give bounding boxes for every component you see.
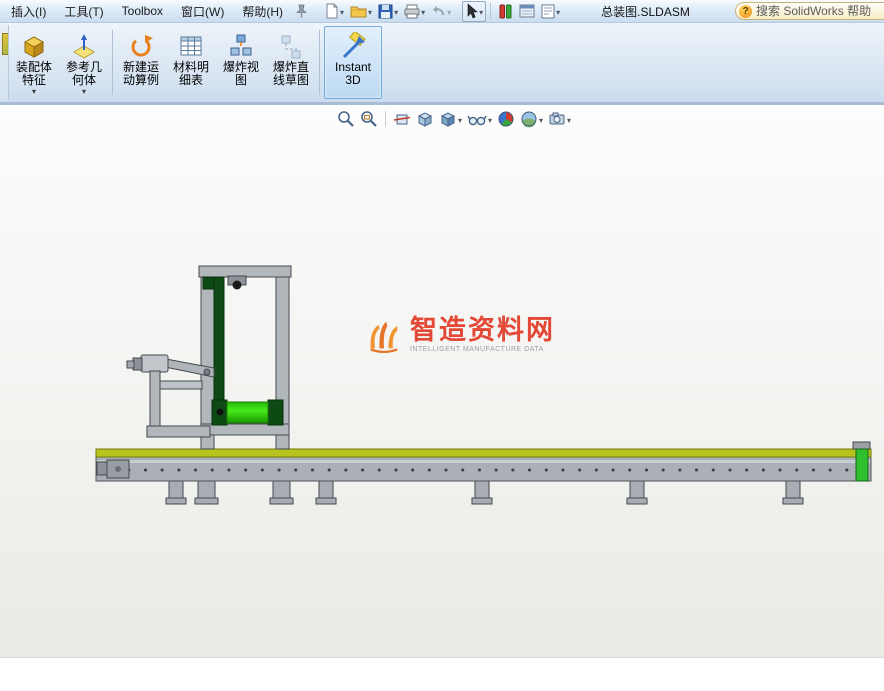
menu-tools[interactable]: 工具(T) (55, 0, 112, 23)
solidworks-window: 插入(I) 工具(T) Toolbox 窗口(W) 帮助(H) ▾ ▾ ▾ ▾ … (0, 0, 884, 691)
menu-insert[interactable]: 插入(I) (2, 0, 55, 23)
command-separator (112, 30, 113, 95)
undo-icon (433, 6, 445, 16)
new-motion-study-button[interactable]: 新建运动算例 (117, 26, 165, 99)
reference-geometry-label: 参考几何体 (65, 60, 102, 87)
green-roller (226, 401, 269, 424)
assembly-model[interactable] (0, 105, 884, 657)
instant3d-button[interactable]: Instant3D (324, 26, 382, 99)
watermark-title: 智造资料网 (410, 315, 555, 345)
right-end-roller (855, 448, 869, 482)
watermark-subtitle: INTELLIGENT MANUFACTURE DATA (410, 346, 544, 353)
options-icon (541, 4, 555, 18)
assembly-features-label: 装配体特征 (15, 60, 52, 87)
save-icon (378, 4, 393, 18)
options-button[interactable] (538, 1, 563, 22)
dropdown-arrow-icon: ▾ (31, 87, 36, 96)
command-separator (319, 30, 320, 95)
help-search-input[interactable] (756, 4, 880, 18)
assembly-features-icon (21, 31, 47, 61)
cut-off-button (0, 25, 9, 100)
toolbar-separator (490, 3, 492, 19)
document-title: 总装图.SLDASM (601, 4, 690, 19)
menu-pin-icon[interactable] (296, 4, 308, 18)
new-document-icon (326, 3, 338, 19)
help-search-box[interactable]: ? (735, 2, 884, 20)
explode-line-sketch-label: 爆炸直线草图 (272, 60, 309, 87)
exploded-view-icon (228, 31, 254, 61)
command-manager: 装配体特征 ▾ 参考几何体 ▾ 新建运动算例 材料明细表 爆炸视图 爆炸直线草图… (0, 23, 884, 105)
sensor-head (232, 280, 242, 290)
watermark-logo-icon (370, 321, 398, 354)
help-icon: ? (739, 4, 752, 18)
properties-icon (519, 4, 535, 18)
reference-geometry-button[interactable]: 参考几何体 ▾ (60, 26, 108, 99)
instant3d-label: Instant3D (334, 60, 372, 87)
vertical-belt-strip (213, 276, 225, 402)
bom-table-icon (178, 31, 204, 61)
open-folder-icon (350, 6, 367, 18)
save-button[interactable] (375, 1, 401, 22)
conveyor-belt-stripe (95, 448, 872, 458)
explode-line-sketch-icon (278, 31, 304, 61)
properties-button[interactable] (516, 1, 538, 22)
assembly-features-button[interactable]: 装配体特征 ▾ (10, 26, 58, 99)
bill-of-materials-button[interactable]: 材料明细表 (167, 26, 215, 99)
instant3d-icon (339, 31, 367, 61)
undo-button[interactable] (428, 1, 454, 22)
stand-rail (146, 425, 211, 438)
menu-toolbox[interactable]: Toolbox (113, 1, 172, 21)
graphics-area[interactable]: 智造资料网 INTELLIGENT MANUFACTURE DATA (0, 105, 884, 657)
print-icon (404, 4, 420, 18)
watermark: 智造资料网 INTELLIGENT MANUFACTURE DATA (364, 315, 555, 355)
rebuild-button[interactable] (495, 1, 516, 22)
exploded-view-label: 爆炸视图 (222, 60, 259, 87)
support-feet (165, 480, 804, 505)
new-document-button[interactable] (321, 1, 347, 22)
explode-line-sketch-button[interactable]: 爆炸直线草图 (267, 26, 315, 99)
select-cursor-icon (467, 3, 478, 19)
select-tool-button[interactable] (462, 0, 487, 22)
new-motion-study-label: 新建运动算例 (122, 60, 159, 87)
arm-cylinder (140, 354, 169, 373)
bill-of-materials-label: 材料明细表 (172, 60, 209, 87)
status-bar (0, 657, 884, 691)
dropdown-arrow-icon: ▾ (81, 87, 86, 96)
open-button[interactable] (347, 1, 375, 22)
menu-help[interactable]: 帮助(H) (233, 0, 292, 23)
reference-geometry-icon (71, 31, 97, 61)
menu-window[interactable]: 窗口(W) (172, 0, 233, 23)
print-button[interactable] (401, 1, 428, 22)
motion-study-icon (128, 31, 154, 61)
menu-bar: 插入(I) 工具(T) Toolbox 窗口(W) 帮助(H) ▾ ▾ ▾ ▾ … (0, 0, 884, 23)
exploded-view-button[interactable]: 爆炸视图 (217, 26, 265, 99)
rebuild-icon (499, 4, 512, 18)
